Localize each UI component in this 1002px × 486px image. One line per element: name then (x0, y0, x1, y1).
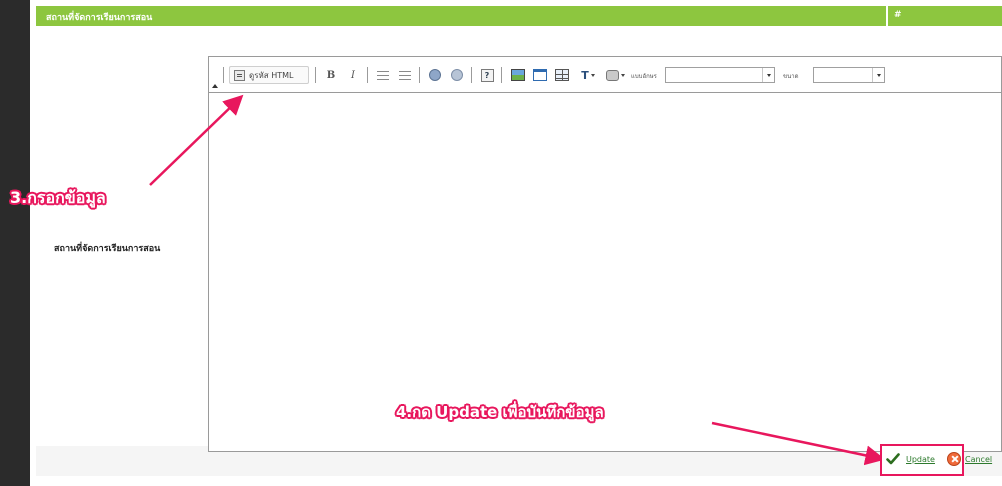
font-select[interactable] (665, 67, 775, 83)
insert-image-button[interactable] (509, 66, 527, 84)
editor-toolbar: ดูรหัส HTML B I ? T แบบอักษร ขนาด (209, 57, 1001, 93)
check-icon[interactable] (886, 452, 900, 466)
insert-link-button[interactable] (427, 66, 443, 84)
step-3-annotation: 3.กรอกข้อมูล (10, 188, 106, 207)
field-label: สถานที่จัดการเรียนการสอน (54, 244, 161, 254)
rich-text-editor: ดูรหัส HTML B I ? T แบบอักษร ขนาด (208, 56, 1002, 452)
bold-button[interactable]: B (323, 66, 339, 84)
form-row: สถานที่จัดการเรียนการสอน ดูรหัส HTML B I (36, 26, 1002, 452)
remove-link-button[interactable] (449, 66, 465, 84)
help-button[interactable]: ? (479, 66, 495, 84)
help-icon: ? (480, 68, 494, 82)
size-select[interactable] (813, 67, 885, 83)
link-icon (429, 69, 441, 81)
numbered-list-icon (377, 70, 389, 80)
chevron-down-icon (872, 68, 884, 82)
font-label: แบบอักษร (631, 73, 657, 80)
toolbar-separator (315, 67, 316, 83)
editor-content-area[interactable] (209, 93, 1001, 451)
section-header: สถานที่จัดการเรียนการสอน # (36, 6, 1002, 26)
toolbar-separator (223, 67, 224, 83)
window-icon (533, 69, 547, 81)
section-header-title: สถานที่จัดการเรียนการสอน (46, 13, 153, 23)
chevron-down-icon (620, 73, 625, 77)
cancel-link[interactable]: Cancel (965, 455, 992, 464)
italic-icon: I (351, 69, 355, 81)
toolbar-separator (471, 67, 472, 83)
view-html-source-button[interactable]: ดูรหัส HTML (229, 66, 309, 84)
cancel-icon[interactable] (947, 452, 961, 466)
insert-iframe-button[interactable] (531, 66, 549, 84)
insert-table-button[interactable] (553, 66, 571, 84)
bulleted-list-button[interactable] (397, 66, 413, 84)
header-divider (886, 6, 888, 26)
toolbar-collapse-icon[interactable] (212, 84, 218, 88)
source-code-icon (234, 69, 245, 81)
section-header-hash: # (894, 10, 902, 20)
italic-button[interactable]: I (345, 66, 361, 84)
view-html-source-label: ดูรหัส HTML (249, 70, 294, 80)
chevron-down-icon (762, 68, 774, 82)
image-icon (511, 69, 525, 81)
background-color-button[interactable] (603, 66, 627, 84)
text-color-button[interactable]: T (577, 66, 599, 84)
bold-icon: B (326, 69, 336, 81)
numbered-list-button[interactable] (375, 66, 391, 84)
table-icon (555, 69, 569, 81)
unlink-icon (451, 69, 463, 81)
step-4-annotation: 4.กด Update เพื่อบันทึกข้อมูล (396, 403, 604, 421)
size-label: ขนาด (783, 73, 799, 80)
chevron-down-icon (590, 73, 595, 77)
toolbar-separator (419, 67, 420, 83)
toolbar-separator (367, 67, 368, 83)
left-nav-bar (0, 0, 30, 486)
toolbar-separator (501, 67, 502, 83)
bulleted-list-icon (399, 70, 411, 80)
update-link[interactable]: Update (906, 455, 935, 464)
background-color-icon (605, 69, 619, 81)
text-color-icon: T (581, 68, 589, 82)
